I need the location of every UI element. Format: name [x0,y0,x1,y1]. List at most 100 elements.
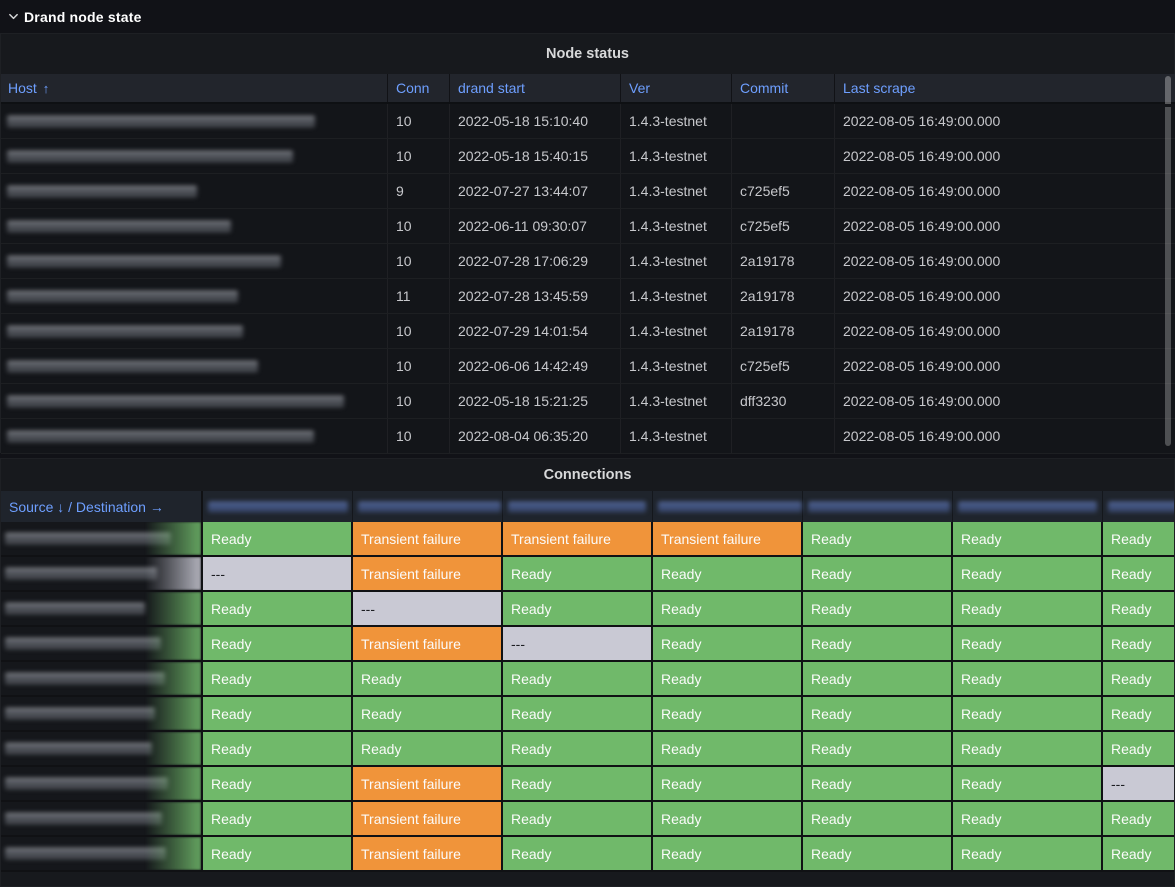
status-cell-ready: Ready [1103,592,1175,627]
status-cell-ready: Ready [503,767,653,802]
connections-rows: ReadyTransient failureTransient failureT… [1,522,1175,872]
commit-cell: 2a19178 [731,279,834,313]
status-cell-ready: Ready [203,627,353,662]
last-scrape-cell: 2022-08-05 16:49:00.000 [834,279,1175,313]
status-cell-ready: Ready [203,697,353,732]
host-cell-redacted [1,384,387,418]
status-cell-ready: Ready [1103,837,1175,872]
redacted-text [7,221,231,232]
conn-cell: 10 [387,384,449,418]
destination-header-redacted[interactable] [953,491,1103,522]
ver-cell: 1.4.3-testnet [620,244,731,278]
source-cell-redacted [1,837,203,872]
matrix-row: ReadyReadyReadyReadyReadyReadyReady [1,697,1175,732]
status-cell-ready: Ready [653,697,803,732]
drand-start-cell: 2022-07-28 13:45:59 [449,279,620,313]
status-cell-ready: Ready [203,522,353,557]
last-scrape-cell: 2022-08-05 16:49:00.000 [834,384,1175,418]
destination-header-redacted[interactable] [653,491,803,522]
status-cell-ready: Ready [653,662,803,697]
drand-start-cell: 2022-05-18 15:10:40 [449,104,620,138]
column-header-commit[interactable]: Commit [731,74,834,102]
host-cell-redacted [1,279,387,313]
last-scrape-cell: 2022-08-05 16:49:00.000 [834,139,1175,173]
status-cell-ready: Ready [203,837,353,872]
status-cell-ready: Ready [653,802,803,837]
column-header-ver[interactable]: Ver [620,74,731,102]
destination-header-redacted[interactable] [353,491,503,522]
redacted-text [5,778,168,789]
redacted-text [508,502,646,512]
redaction-color-bleed [145,557,201,590]
status-cell-fail: Transient failure [353,522,503,557]
node-status-rows: 102022-05-18 15:10:401.4.3-testnet2022-0… [1,104,1175,454]
redacted-text [7,396,344,407]
row-title: Drand node state [24,9,142,25]
redacted-text [958,502,1097,512]
table-row: 102022-06-11 09:30:071.4.3-testnetc725ef… [1,209,1175,244]
drand-start-cell: 2022-05-18 15:21:25 [449,384,620,418]
status-cell-ready: Ready [1103,732,1175,767]
source-cell-redacted [1,732,203,767]
status-cell-ready: Ready [503,732,653,767]
ver-cell: 1.4.3-testnet [620,349,731,383]
redaction-color-bleed [145,732,201,765]
status-cell-ready: Ready [953,557,1103,592]
source-cell-redacted [1,627,203,662]
commit-cell: 2a19178 [731,244,834,278]
ver-cell: 1.4.3-testnet [620,104,731,138]
drand-start-cell: 2022-06-06 14:42:49 [449,349,620,383]
status-cell-ready: Ready [803,592,953,627]
host-cell-redacted [1,314,387,348]
redacted-text [5,568,157,579]
column-header-last-scrape[interactable]: Last scrape [834,74,1175,102]
status-cell-ready: Ready [803,837,953,872]
destination-header-redacted[interactable] [203,491,353,522]
redacted-text [5,708,155,719]
column-header-host[interactable]: Host ↑ [1,74,387,102]
panel-title-node-status[interactable]: Node status [1,34,1174,74]
table-row: 102022-07-28 17:06:291.4.3-testnet2a1917… [1,244,1175,279]
redacted-text [658,502,802,512]
table-scrollbar[interactable] [1165,76,1171,446]
status-cell-ready: Ready [203,662,353,697]
source-cell-redacted [1,767,203,802]
table-row: 102022-05-18 15:21:251.4.3-testnetdff323… [1,384,1175,419]
dashboard: Drand node state Node status Host ↑ Conn… [0,0,1175,887]
dashboard-row-header[interactable]: Drand node state [0,0,1175,33]
redacted-text [208,502,348,512]
status-cell-ready: Ready [203,732,353,767]
status-cell-ready: Ready [353,732,503,767]
destination-header-redacted[interactable] [803,491,953,522]
redacted-text [5,673,165,684]
destination-header-redacted[interactable] [503,491,653,522]
column-header-host-label: Host [8,80,37,96]
status-cell-ready: Ready [803,697,953,732]
destination-header-redacted[interactable] [1103,491,1175,522]
host-cell-redacted [1,349,387,383]
redaction-color-bleed [145,837,201,870]
panel-title-connections[interactable]: Connections [1,459,1174,491]
connections-table: Source ↓ / Destination → ReadyTransient … [1,491,1175,872]
drand-start-cell: 2022-07-28 17:06:29 [449,244,620,278]
table-row: 102022-07-29 14:01:541.4.3-testnet2a1917… [1,314,1175,349]
host-cell-redacted [1,419,387,453]
ver-cell: 1.4.3-testnet [620,174,731,208]
status-cell-ready: Ready [803,802,953,837]
status-cell-ready: Ready [953,592,1103,627]
column-header-source-destination[interactable]: Source ↓ / Destination → [1,491,203,522]
commit-cell: c725ef5 [731,349,834,383]
redacted-text [7,431,314,442]
conn-cell: 10 [387,209,449,243]
matrix-row: ReadyTransient failureReadyReadyReadyRea… [1,802,1175,837]
column-header-conn[interactable]: Conn [387,74,449,102]
status-cell-ready: Ready [353,662,503,697]
status-cell-ready: Ready [653,732,803,767]
redacted-text [358,502,501,512]
redacted-text [808,502,950,512]
redaction-color-bleed [145,662,201,695]
matrix-row: ReadyReadyReadyReadyReadyReadyReady [1,662,1175,697]
redacted-text [7,361,258,372]
column-header-drand-start[interactable]: drand start [449,74,620,102]
redacted-text [7,326,243,337]
